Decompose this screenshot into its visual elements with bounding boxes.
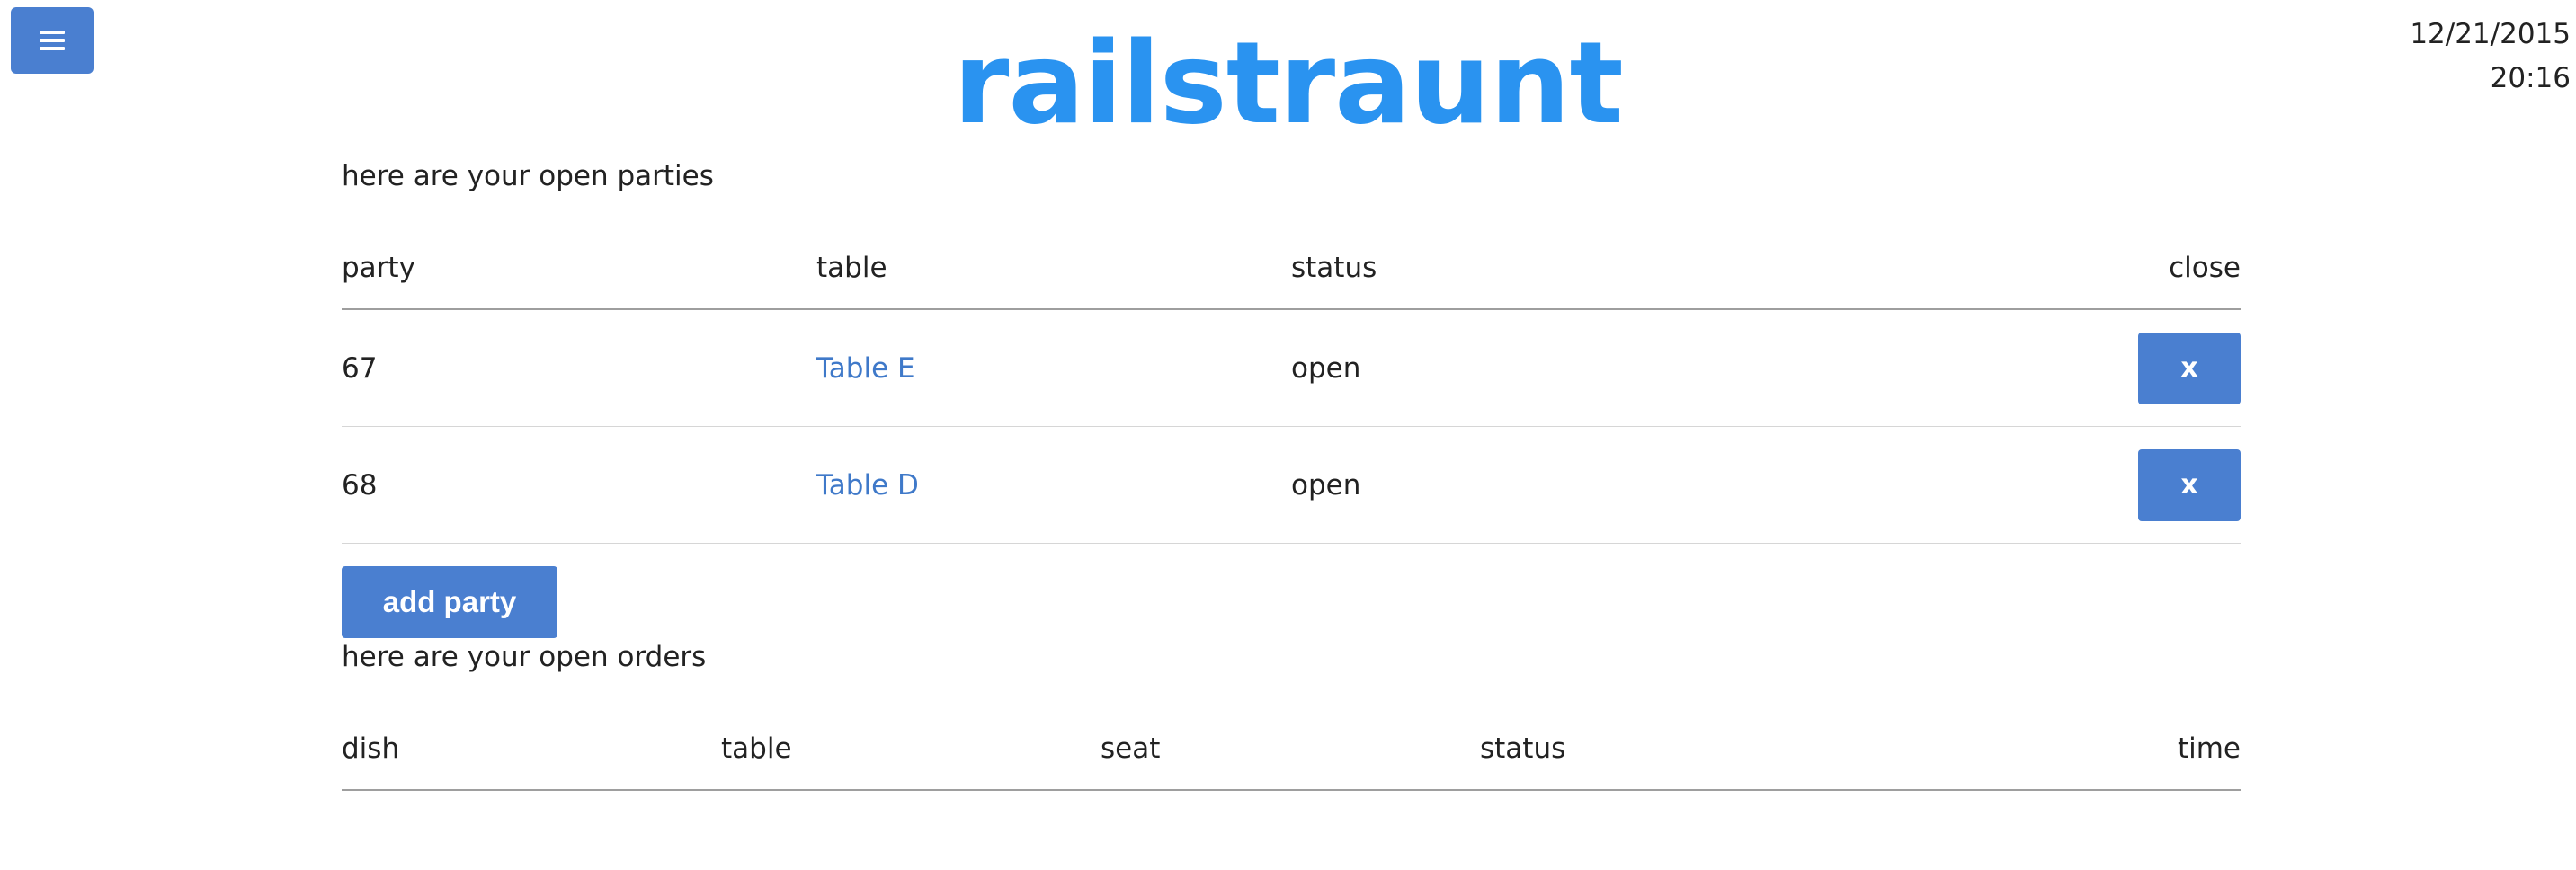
orders-table: dish table seat status time [342,708,2241,791]
party-number: 68 [342,426,816,544]
column-header-time: time [1859,708,2241,791]
column-header-status: status [1480,708,1859,791]
party-status: open [1291,426,1766,544]
column-header-table: table [721,708,1101,791]
column-header-party: party [342,227,816,310]
party-number: 67 [342,309,816,427]
add-party-button[interactable]: add party [342,566,557,638]
column-header-close: close [1766,227,2241,310]
close-party-button[interactable]: x [2138,448,2241,521]
app-title: railstraunt [953,17,1624,149]
close-party-button[interactable]: x [2138,332,2241,404]
parties-heading: here are your open parties [342,160,714,192]
column-header-seat: seat [1101,708,1480,791]
table-row: 68 Table D open x [342,426,2241,544]
table-link[interactable]: Table D [816,469,919,502]
page: 12/21/2015 20:16 railstraunt here are yo… [0,0,2576,870]
column-header-table: table [816,227,1291,310]
column-header-dish: dish [342,708,721,791]
table-link[interactable]: Table E [816,352,915,385]
table-row: 67 Table E open x [342,309,2241,427]
orders-header-row: dish table seat status time [342,708,2241,791]
orders-heading: here are your open orders [342,641,707,673]
parties-table: party table status close 67 Table E open… [342,227,2241,544]
parties-header-row: party table status close [342,227,2241,310]
column-header-status: status [1291,227,1766,310]
party-status: open [1291,309,1766,427]
